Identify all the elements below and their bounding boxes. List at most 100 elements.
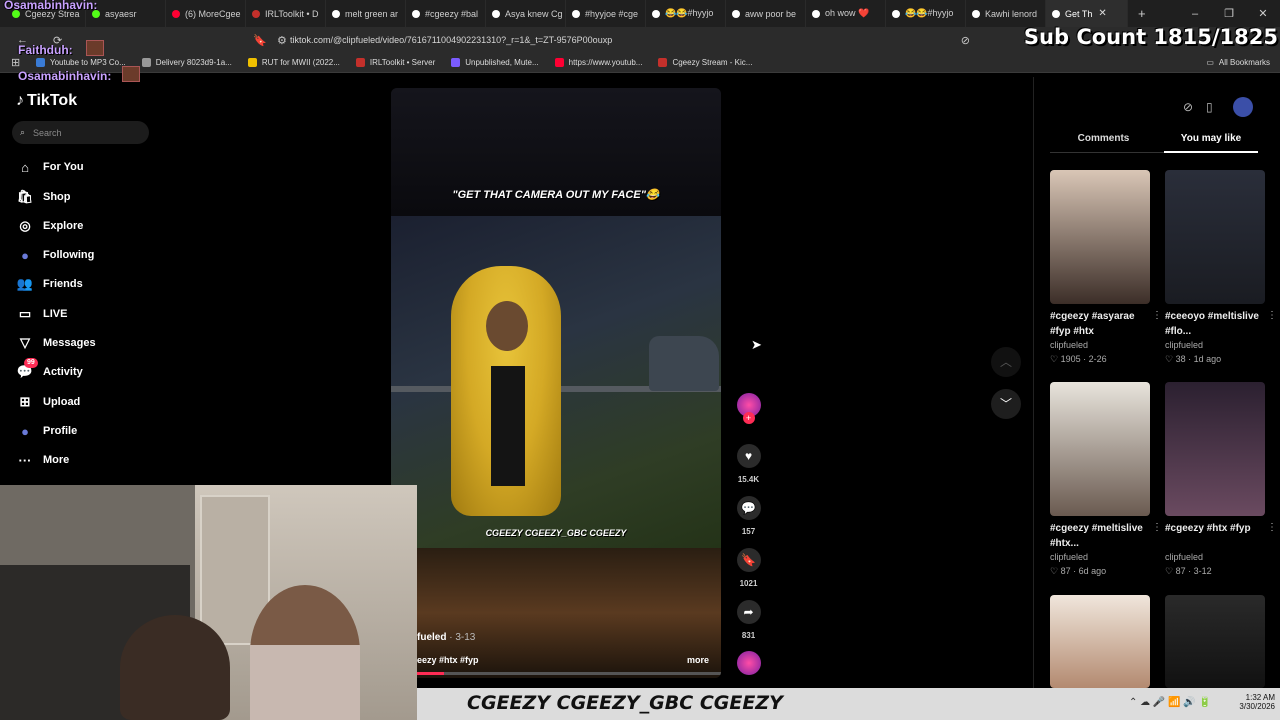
browser-tab[interactable]: 😂😂#hyyjo	[646, 0, 726, 27]
video-author[interactable]: clipfueled	[1165, 340, 1265, 350]
video-thumbnail[interactable]	[1050, 382, 1150, 516]
browser-tab[interactable]: melt green ar	[326, 0, 406, 27]
bookmark-save-icon[interactable]: 🔖	[736, 548, 761, 572]
more-button[interactable]: more	[687, 655, 709, 665]
tab-comments[interactable]: Comments	[1050, 133, 1157, 144]
video-thumbnail[interactable]	[1165, 170, 1265, 304]
like-action[interactable]: ♥ 15.4K	[736, 444, 761, 484]
like-count: 38	[1175, 354, 1186, 364]
recommended-video[interactable]: #cgeezy #asyarae #fyp #htx clipfueled ♡ 19…	[1050, 170, 1162, 365]
browser-tab[interactable]: 😂😂#hyyjo	[886, 0, 966, 27]
browser-tab[interactable]: Get Th ✕	[1046, 0, 1128, 27]
sidebar-item-more[interactable]: ··· More	[16, 450, 70, 470]
share-icon[interactable]: ➦	[736, 600, 761, 624]
apps-icon[interactable]: ⊞	[11, 56, 20, 69]
recommended-video[interactable]: #cgeezy #meltislive #htx... clipfueled ♡ 8…	[1050, 382, 1162, 577]
more-options-icon[interactable]: ⋮	[1152, 310, 1162, 321]
sidebar-item-shop[interactable]: 🛍 Shop	[16, 187, 71, 207]
browser-tab[interactable]: oh wow ❤️	[806, 0, 886, 27]
video-thumbnail[interactable]	[1165, 382, 1265, 516]
more-options-icon[interactable]: ⋮	[1267, 522, 1277, 533]
bookmark-label: https://www.youtub...	[568, 58, 643, 67]
bookmark-item[interactable]: RUT for MWII (2022...	[247, 58, 340, 67]
heart-icon[interactable]: ♥	[736, 444, 761, 468]
separator: ·	[1080, 354, 1089, 364]
browser-tab[interactable]: IRLToolkit • D	[246, 0, 326, 27]
socials-line: CGEEZY CGEEZY_GBC CGEEZY	[485, 528, 627, 538]
close-window-icon[interactable]: ✕	[1246, 7, 1280, 20]
phone-icon[interactable]: ▯	[1206, 100, 1213, 114]
sidebar-item-friends[interactable]: 👥 Friends	[16, 274, 83, 294]
bookmark-item[interactable]: IRLToolkit • Server	[355, 58, 435, 67]
share-action[interactable]: ➦ 831	[736, 600, 761, 640]
sidebar-item-profile[interactable]: ● Profile	[16, 421, 77, 441]
recommended-video[interactable]: #cgeezy #htx #fyp clipfueled ♡ 87 · 3-12 ⋮	[1165, 382, 1277, 577]
bookmark-icon[interactable]: 🔖	[253, 34, 267, 47]
more-options-icon[interactable]: ⋮	[1267, 310, 1277, 321]
video-title[interactable]: #cgeezy #asyarae #fyp #htx	[1050, 309, 1150, 339]
no-tracking-icon[interactable]: ⊘	[961, 34, 970, 47]
compass-icon[interactable]: ⊘	[1183, 100, 1193, 114]
creator-avatar[interactable]: +	[736, 393, 761, 424]
search-input[interactable]: ⌕ Search	[12, 121, 149, 144]
video-title[interactable]: #cgeezy #meltislive #htx...	[1050, 521, 1150, 551]
tab-label: Asya knew Cg	[505, 8, 563, 19]
previous-video-button[interactable]: ︿	[991, 347, 1021, 377]
progress-track[interactable]	[417, 672, 721, 675]
minimize-icon[interactable]: –	[1178, 8, 1212, 20]
close-tab-icon[interactable]: ✕	[1098, 8, 1106, 19]
bookmark-item[interactable]: Cgeezy Stream - Kic...	[658, 58, 752, 67]
video-thumbnail[interactable]	[1050, 170, 1150, 304]
video-title[interactable]: #ceeoyo #meltislive #flo...	[1165, 309, 1265, 339]
progress-fill	[417, 672, 445, 675]
all-bookmarks[interactable]: ▭ All Bookmarks	[1206, 58, 1270, 67]
video-thumbnail[interactable]	[1050, 595, 1150, 688]
save-action[interactable]: 🔖 1021	[736, 548, 761, 588]
browser-tab[interactable]: Kawhi lenord	[966, 0, 1046, 27]
recommended-video[interactable]	[1165, 595, 1265, 688]
tab-label: melt green ar	[345, 8, 399, 19]
bookmark-item[interactable]: Unpublished, Mute...	[451, 58, 539, 67]
browser-tab[interactable]: Asya knew Cg	[486, 0, 566, 27]
video-player[interactable]: "GET THAT CAMERA OUT MY FACE"😂 CGEEZY CG…	[391, 88, 721, 678]
comment-action[interactable]: 💬 157	[736, 496, 761, 536]
tab-you-may-like[interactable]: You may like	[1164, 133, 1258, 144]
sidebar-item-messages[interactable]: ▽ Messages	[16, 333, 96, 353]
bookmark-item[interactable]: Delivery 8023d9-1a...	[141, 58, 232, 67]
follow-plus-icon[interactable]: +	[742, 412, 755, 424]
bookmark-list: Youtube to MP3 Co... Delivery 8023d9-1a..…	[36, 58, 768, 67]
video-author[interactable]: clipfueled	[1165, 552, 1265, 562]
maximize-icon[interactable]: ❐	[1212, 7, 1246, 20]
sidebar-item-explore[interactable]: ◎ Explore	[16, 216, 83, 236]
sidebar-item-following[interactable]: ● Following	[16, 245, 94, 265]
browser-tab[interactable]: asyaesr	[86, 0, 166, 27]
comment-icon[interactable]: 💬	[736, 496, 761, 520]
video-thumbnail[interactable]	[1165, 595, 1265, 688]
bookmark-item[interactable]: https://www.youtub...	[554, 58, 643, 67]
user-avatar[interactable]	[1233, 97, 1253, 117]
sidebar-item-for-you[interactable]: ⌂ For You	[16, 157, 84, 177]
bookmark-item[interactable]: Youtube to MP3 Co...	[36, 58, 126, 67]
tiktok-logo[interactable]: ♪ TikTok	[16, 92, 77, 110]
browser-tab[interactable]: #cgeezy #bal	[406, 0, 486, 27]
sidebar-item-label: For You	[43, 161, 84, 173]
sound-disc-icon[interactable]	[737, 651, 761, 675]
video-title[interactable]: #cgeezy #htx #fyp	[1165, 521, 1265, 551]
browser-tab[interactable]: (6) MoreCgee	[166, 0, 246, 27]
sidebar-item-upload[interactable]: ⊞ Upload	[16, 392, 81, 412]
browser-tab[interactable]: #hyyjoe #cge	[566, 0, 646, 27]
sidebar-item-activity[interactable]: 💬 99 Activity	[16, 358, 83, 382]
new-tab-button[interactable]: +	[1138, 6, 1146, 21]
sidebar-item-live[interactable]: ▭ LIVE	[16, 304, 68, 324]
bookmark-favicon-icon	[658, 58, 668, 67]
more-options-icon[interactable]: ⋮	[1152, 522, 1162, 533]
next-video-button[interactable]: ﹀	[991, 389, 1021, 419]
recommended-video[interactable]: #ceeoyo #meltislive #flo... clipfueled ♡ 3…	[1165, 170, 1277, 365]
url-field[interactable]: tiktok.com/@clipfueled/video/76167110049…	[290, 35, 612, 45]
video-author[interactable]: clipfueled	[1050, 340, 1150, 350]
video-author[interactable]: fueled · 3-13	[417, 632, 475, 643]
recommended-video[interactable]	[1050, 595, 1150, 688]
site-info-icon[interactable]: ⚙	[277, 34, 287, 47]
video-author[interactable]: clipfueled	[1050, 552, 1150, 562]
browser-tab[interactable]: aww poor be	[726, 0, 806, 27]
